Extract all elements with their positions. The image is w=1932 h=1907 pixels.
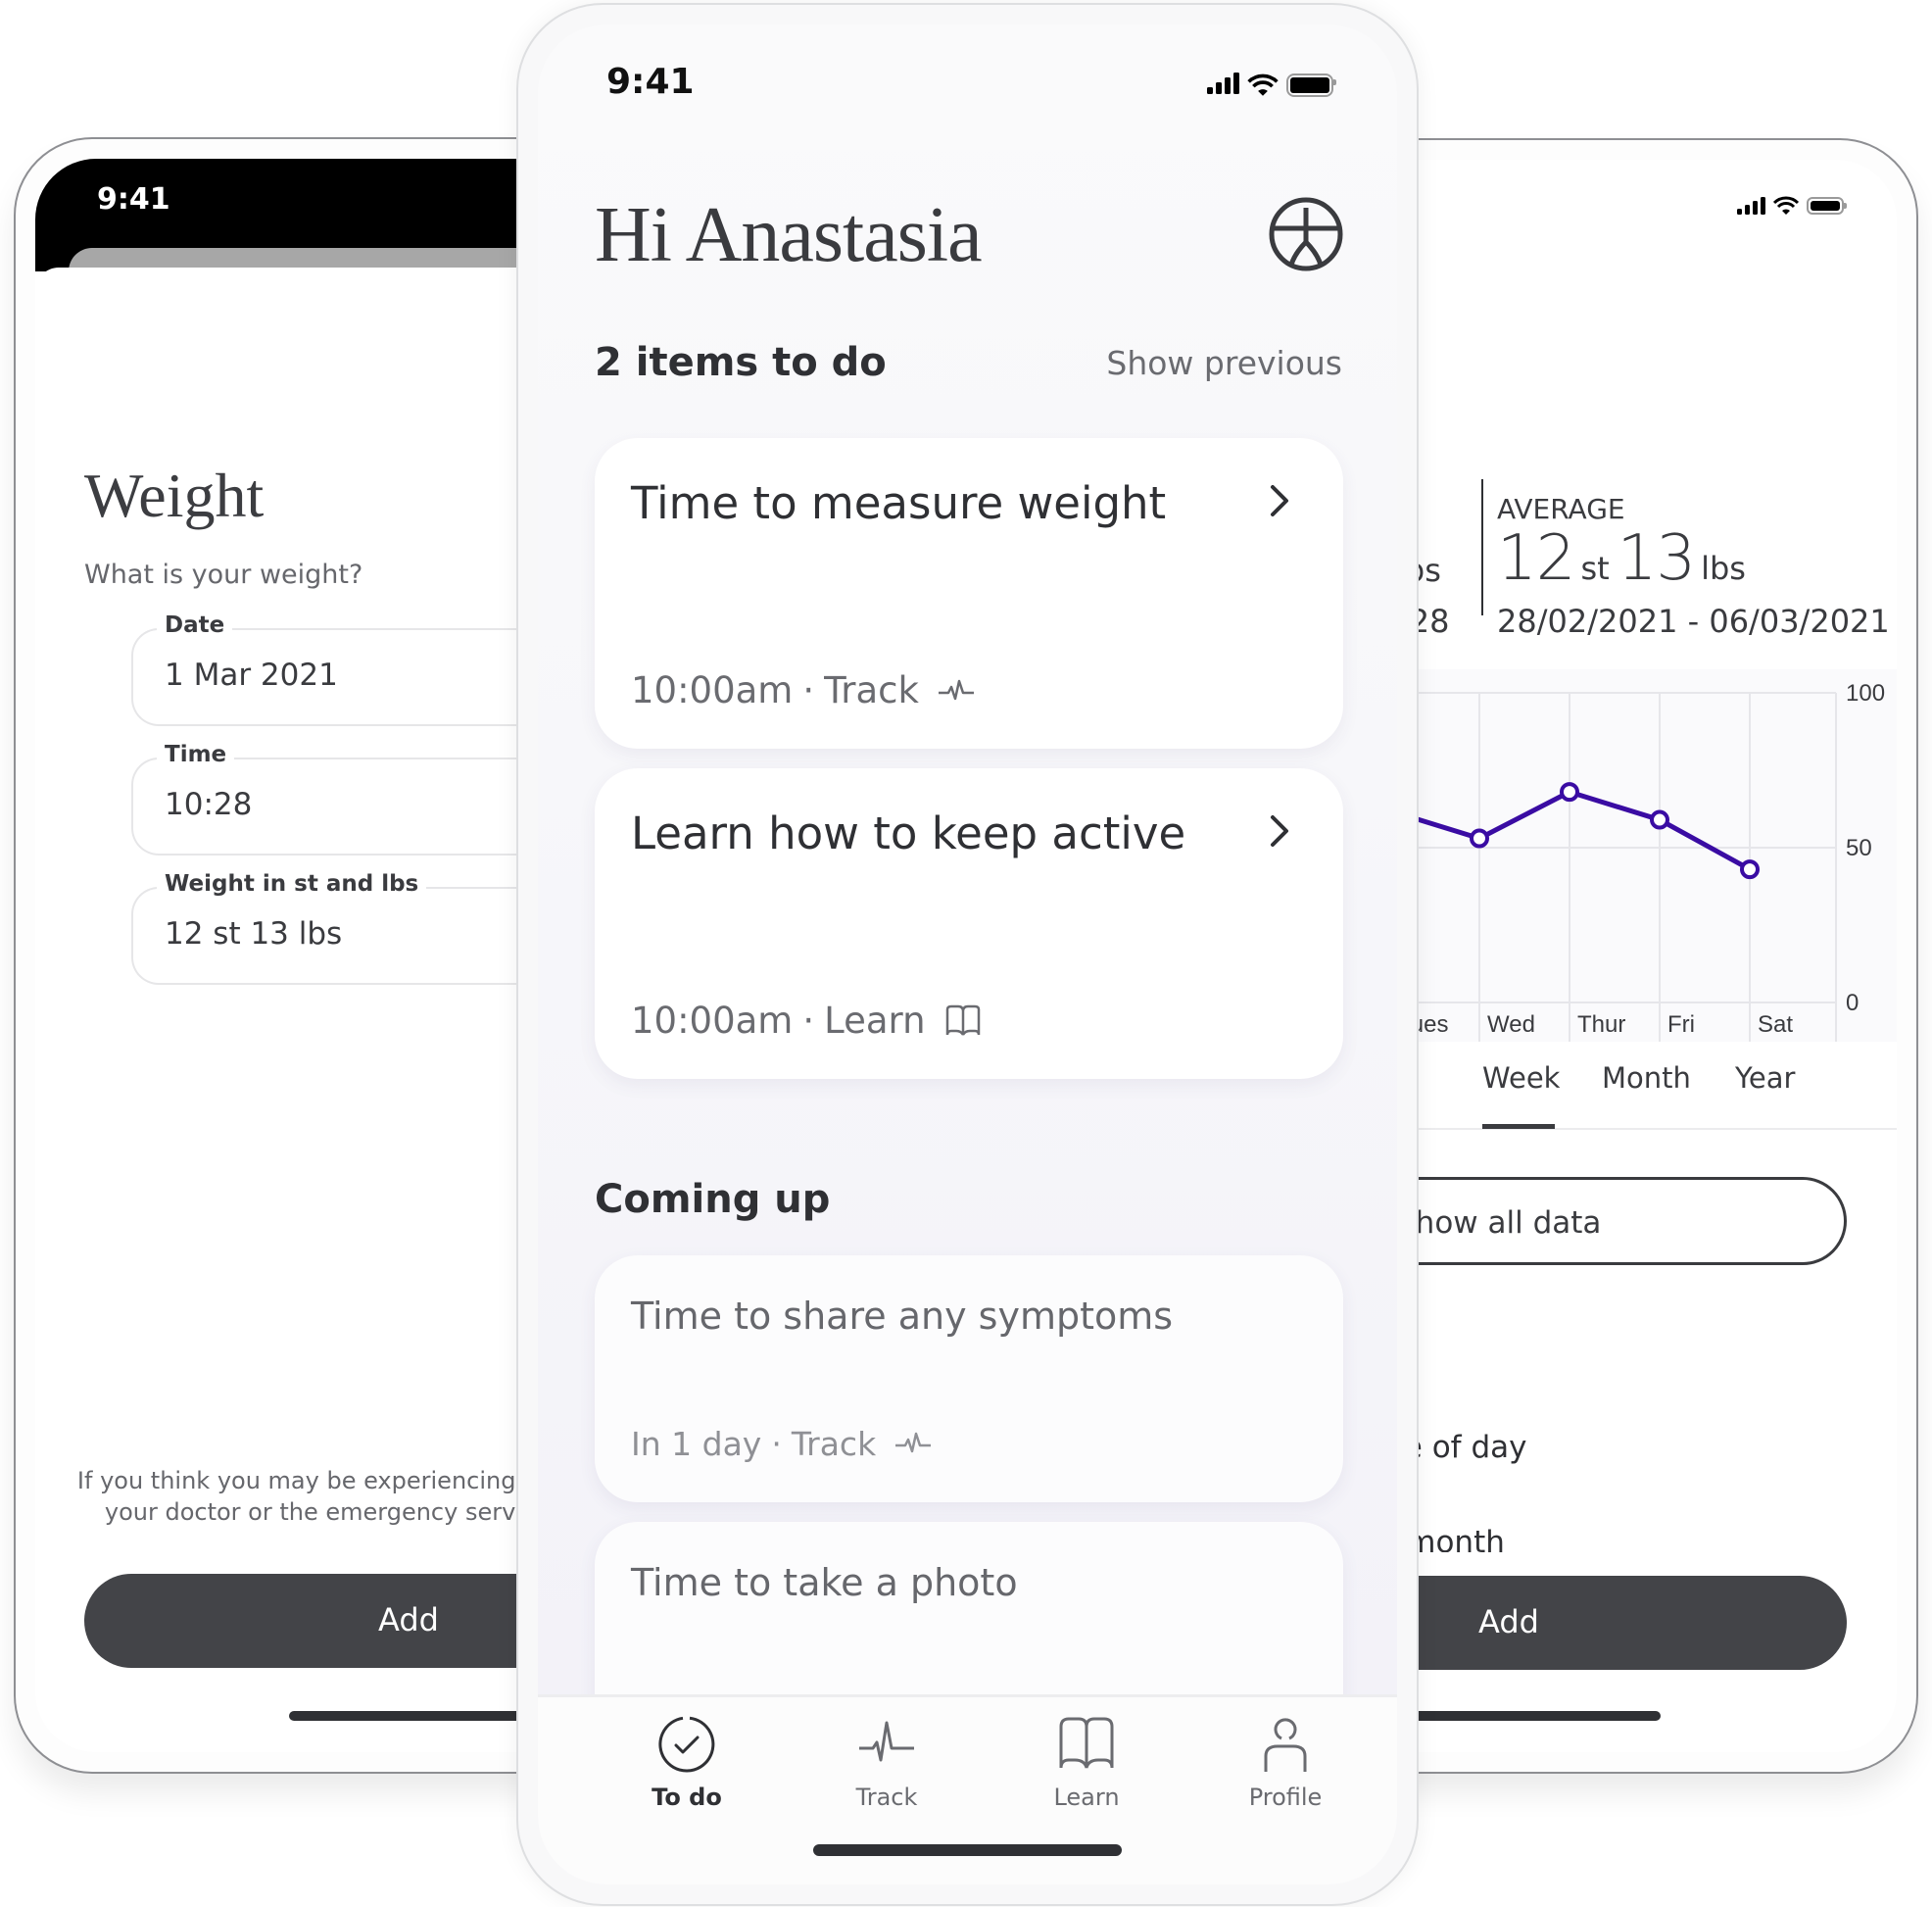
weight-field-value[interactable]: 12 st 13 lbs bbox=[165, 916, 342, 952]
coming-up-heading: Coming up bbox=[595, 1177, 831, 1222]
signal-icon bbox=[1737, 197, 1765, 215]
battery-icon bbox=[1286, 73, 1336, 97]
book-icon bbox=[945, 1004, 980, 1036]
average-date-range: 28/02/2021 - 06/03/2021 bbox=[1497, 603, 1890, 640]
card-meta: 10:00am · Track bbox=[631, 669, 976, 711]
add-button-label: Add bbox=[378, 1601, 439, 1638]
card-category: Track bbox=[791, 1424, 877, 1463]
meta-separator: · bbox=[771, 1424, 782, 1463]
y-tick-label: 100 bbox=[1846, 680, 1885, 707]
card-title: Time to share any symptoms bbox=[631, 1295, 1174, 1338]
page-subtitle: What is your weight? bbox=[84, 560, 363, 590]
x-tick-label: Thur bbox=[1577, 1011, 1625, 1038]
time-field-value[interactable]: 10:28 bbox=[165, 787, 252, 822]
check-circle-icon bbox=[658, 1716, 715, 1773]
card-meta: In 1 day · Track bbox=[631, 1424, 933, 1463]
todo-heading: 2 items to do bbox=[595, 340, 887, 385]
date-field-label: Date bbox=[157, 612, 233, 638]
person-icon bbox=[1264, 1718, 1307, 1772]
card-title: Time to take a photo bbox=[631, 1561, 1018, 1604]
tab-track[interactable]: Track bbox=[818, 1715, 955, 1811]
status-time: 9:41 bbox=[606, 62, 695, 102]
chevron-right-icon bbox=[1271, 815, 1288, 847]
y-tick-label: 50 bbox=[1846, 835, 1872, 861]
tab-learn[interactable]: Learn bbox=[1018, 1715, 1155, 1811]
average-value: 12st 13 lbs bbox=[1497, 522, 1754, 595]
x-tick-label: Sat bbox=[1758, 1011, 1793, 1038]
y-tick-label: 0 bbox=[1846, 990, 1859, 1016]
todo-card-measure-weight[interactable]: Time to measure weight 10:00am · Track bbox=[595, 438, 1343, 749]
bottom-tab-bar: To do Track Learn Profile bbox=[538, 1694, 1397, 1884]
pulse-icon bbox=[859, 1721, 914, 1762]
time-field-label: Time bbox=[157, 742, 235, 767]
tab-label: Profile bbox=[1248, 1784, 1323, 1811]
date-field-value[interactable]: 1 Mar 2021 bbox=[165, 658, 338, 693]
book-icon bbox=[1059, 1717, 1114, 1769]
center-phone-frame: 9:41 Hi Anastasia 2 items to do Show pre… bbox=[516, 3, 1419, 1906]
tab-year[interactable]: Year bbox=[1735, 1061, 1795, 1095]
meta-separator: · bbox=[802, 1000, 815, 1042]
tab-to-do[interactable]: To do bbox=[618, 1715, 755, 1811]
status-icons bbox=[1737, 196, 1847, 216]
home-indicator bbox=[813, 1844, 1122, 1856]
page-title: Weight bbox=[84, 461, 265, 530]
data-point[interactable] bbox=[1560, 782, 1579, 803]
x-tick-label: Wed bbox=[1487, 1011, 1535, 1038]
tab-label: Learn bbox=[1053, 1784, 1120, 1811]
add-button[interactable]: Add bbox=[1352, 1576, 1847, 1670]
average-lbs-unit: lbs bbox=[1701, 550, 1746, 587]
pulse-icon bbox=[938, 679, 974, 700]
card-title: Learn how to keep active bbox=[631, 807, 1186, 859]
card-time: 10:00am bbox=[631, 1000, 794, 1042]
app-logo-icon[interactable] bbox=[1268, 196, 1344, 272]
card-time: 10:00am bbox=[631, 669, 794, 711]
average-st: 12 bbox=[1497, 522, 1575, 595]
chevron-right-icon bbox=[1271, 485, 1288, 516]
weight-field-label: Weight in st and lbs bbox=[157, 871, 427, 897]
period-tabs: Day Week Month Year bbox=[1352, 1061, 1897, 1130]
weight-line-chart: Tues Wed Thur Fri Sat 050100 bbox=[1352, 669, 1897, 1042]
status-icons bbox=[1207, 73, 1336, 97]
tab-profile[interactable]: Profile bbox=[1217, 1715, 1354, 1811]
chart-background bbox=[1352, 669, 1897, 1042]
todo-screen: 9:41 Hi Anastasia 2 items to do Show pre… bbox=[538, 24, 1397, 1884]
weight-history-screen: lbs :28 AVERAGE 12st13lbs 28/02/2021 - 0… bbox=[1352, 160, 1897, 1752]
x-tick-label: Fri bbox=[1667, 1011, 1695, 1038]
card-time: In 1 day bbox=[631, 1424, 762, 1463]
signal-icon bbox=[1207, 73, 1239, 94]
wifi-icon bbox=[1773, 196, 1799, 215]
tab-week[interactable]: Week bbox=[1482, 1061, 1560, 1095]
add-button-label: Add bbox=[1478, 1603, 1539, 1640]
right-phone-frame: lbs :28 AVERAGE 12st13lbs 28/02/2021 - 0… bbox=[1352, 138, 1918, 1774]
pulse-icon bbox=[895, 1432, 932, 1453]
status-time: 9:41 bbox=[97, 182, 170, 217]
data-point[interactable] bbox=[1470, 828, 1489, 849]
upcoming-card-symptoms[interactable]: Time to share any symptoms In 1 day · Tr… bbox=[595, 1255, 1343, 1502]
card-title: Time to measure weight bbox=[631, 477, 1167, 529]
show-all-data-button[interactable]: Show all data bbox=[1352, 1177, 1847, 1265]
active-tab-indicator bbox=[1482, 1124, 1555, 1129]
average-lbs: 13 bbox=[1617, 522, 1696, 595]
wifi-icon bbox=[1247, 73, 1279, 96]
average-label: AVERAGE bbox=[1497, 493, 1625, 525]
tab-label: To do bbox=[652, 1784, 722, 1811]
tab-label: Track bbox=[855, 1784, 918, 1811]
card-category: Learn bbox=[824, 1000, 926, 1042]
data-point[interactable] bbox=[1650, 809, 1669, 830]
show-previous-link[interactable]: Show previous bbox=[1106, 344, 1342, 382]
data-point[interactable] bbox=[1740, 859, 1760, 880]
card-meta: 10:00am · Learn bbox=[631, 1000, 983, 1042]
show-all-data-label: Show all data bbox=[1396, 1205, 1602, 1241]
greeting-title: Hi Anastasia bbox=[595, 192, 983, 278]
stat-divider bbox=[1481, 479, 1483, 615]
meta-separator: · bbox=[802, 669, 815, 711]
tab-month[interactable]: Month bbox=[1602, 1061, 1691, 1095]
average-st-unit: st bbox=[1580, 550, 1610, 587]
card-category: Track bbox=[824, 669, 919, 711]
todo-card-keep-active[interactable]: Learn how to keep active 10:00am · Learn bbox=[595, 768, 1343, 1079]
battery-icon bbox=[1807, 197, 1847, 215]
